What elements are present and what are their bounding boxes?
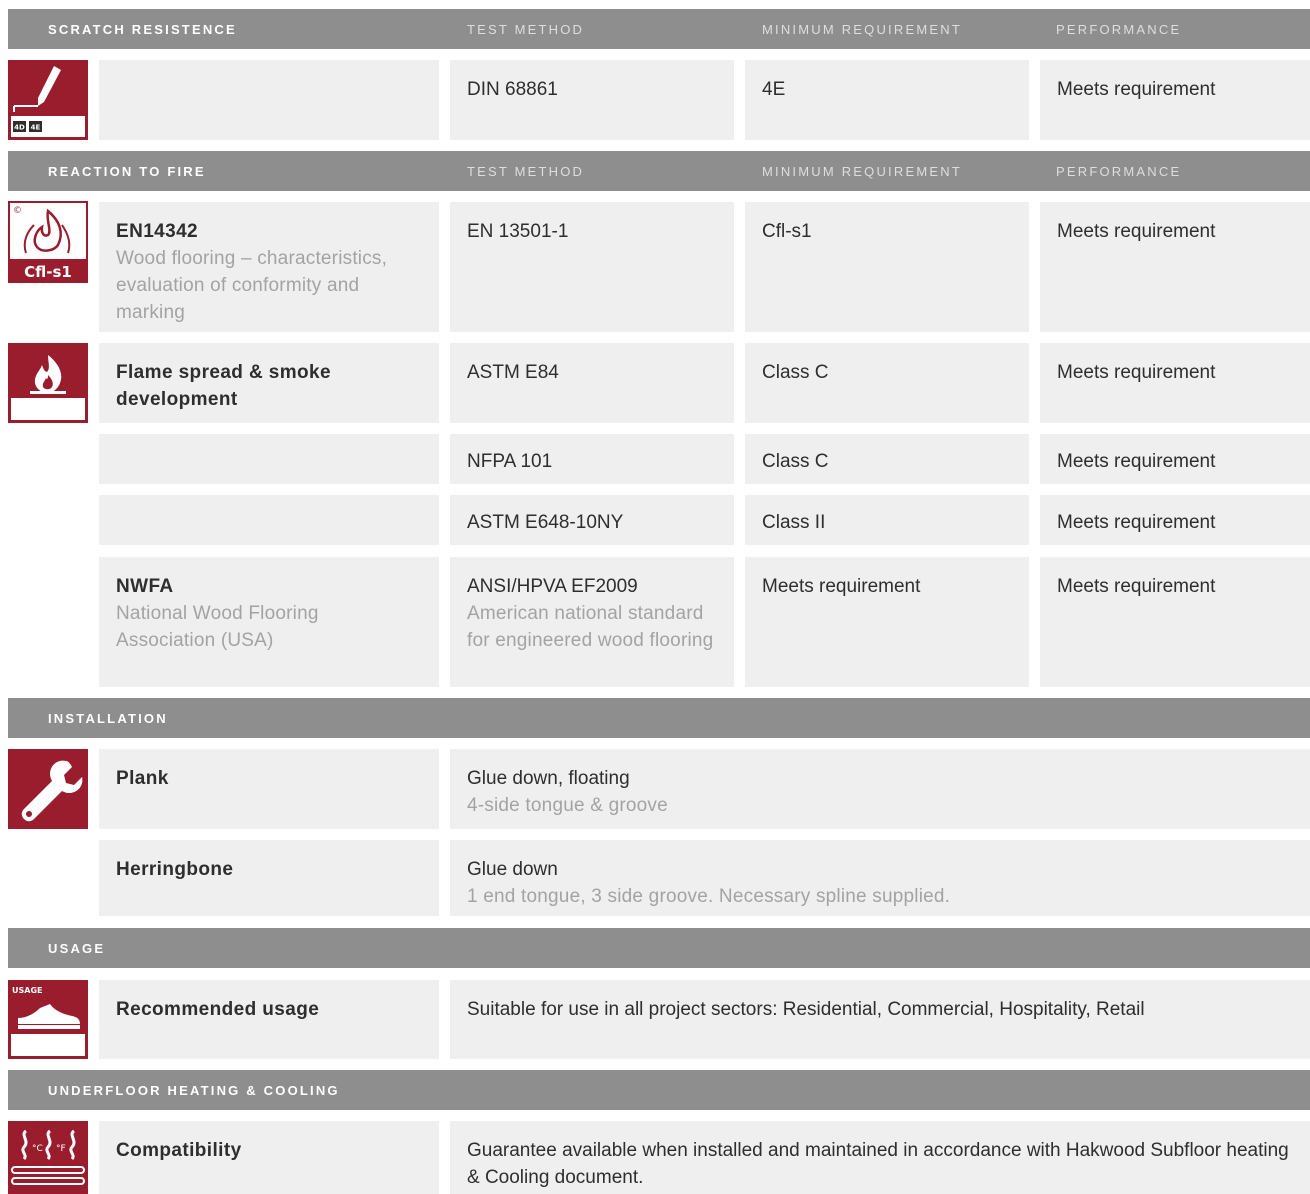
fire-row-minimum: Class C	[745, 343, 1029, 423]
fire-row-test-method: NFPA 101	[450, 434, 734, 484]
svg-text:°F: °F	[56, 1144, 66, 1154]
section-title: USAGE	[48, 941, 106, 956]
fire-row-label: EN14342 Wood flooring – characteristics,…	[99, 202, 439, 332]
fire-row-performance: Meets requirement	[1040, 434, 1310, 484]
scratch-test-method: DIN 68861	[450, 60, 734, 140]
column-header-minimum: MINIMUM REQUIREMENT	[762, 164, 962, 179]
flame-icon	[8, 343, 88, 423]
fire-row-performance: Meets requirement	[1040, 202, 1310, 332]
heating-row-value: Guarantee available when installed and m…	[450, 1121, 1310, 1194]
install-row-label: Herringbone	[99, 840, 439, 916]
fire-row-minimum: Class II	[745, 495, 1029, 545]
section-title: SCRATCH RESISTENCE	[48, 22, 237, 37]
fire-row-performance: Meets requirement	[1040, 343, 1310, 423]
svg-text:4E: 4E	[31, 124, 41, 132]
fire-row-minimum: Class C	[745, 434, 1029, 484]
fire-row-test-method: ASTM E84	[450, 343, 734, 423]
scratch-pen-icon: 4D 4E	[8, 60, 88, 140]
section-title: REACTION TO FIRE	[48, 164, 206, 179]
fire-row-label: NWFA National Wood Flooring Association …	[99, 557, 439, 687]
fire-row-label	[99, 434, 439, 484]
underfloor-heating-icon: °C °F	[8, 1121, 88, 1194]
usage-row-value: Suitable for use in all project sectors:…	[450, 980, 1310, 1059]
column-header-test-method: TEST METHOD	[467, 22, 585, 37]
svg-text:USAGE: USAGE	[12, 986, 42, 995]
section-header-fire: REACTION TO FIRE TEST METHOD MINIMUM REQ…	[8, 151, 1310, 191]
fire-classification-icon: © Cfl-s1	[8, 201, 88, 283]
fire-row-minimum: Meets requirement	[745, 557, 1029, 687]
scratch-performance: Meets requirement	[1040, 60, 1310, 140]
fire-row-performance: Meets requirement	[1040, 557, 1310, 687]
fire-row-test-method: EN 13501-1	[450, 202, 734, 332]
wrench-icon	[8, 749, 88, 829]
shoe-usage-icon: USAGE	[8, 980, 88, 1059]
column-header-minimum: MINIMUM REQUIREMENT	[762, 22, 962, 37]
section-header-scratch: SCRATCH RESISTENCE TEST METHOD MINIMUM R…	[8, 9, 1310, 49]
svg-text:4D: 4D	[14, 124, 25, 132]
scratch-minimum: 4E	[745, 60, 1029, 140]
scratch-label-cell	[99, 60, 439, 140]
fire-row-test-method: ANSI/HPVA EF2009 American national stand…	[450, 557, 734, 687]
heating-row-label: Compatibility	[99, 1121, 439, 1194]
svg-text:°C: °C	[32, 1144, 43, 1154]
column-header-test-method: TEST METHOD	[467, 164, 585, 179]
svg-text:Cfl-s1: Cfl-s1	[24, 263, 72, 281]
fire-row-test-method: ASTM E648-10NY	[450, 495, 734, 545]
section-title: UNDERFLOOR HEATING & COOLING	[48, 1083, 340, 1098]
install-row-label: Plank	[99, 749, 439, 829]
usage-row-label: Recommended usage	[99, 980, 439, 1059]
column-header-performance: PERFORMANCE	[1056, 22, 1182, 37]
svg-text:©: ©	[13, 206, 22, 216]
fire-row-label	[99, 495, 439, 545]
section-title: INSTALLATION	[48, 711, 168, 726]
fire-row-minimum: Cfl-s1	[745, 202, 1029, 332]
section-header-usage: USAGE	[8, 928, 1310, 968]
fire-row-performance: Meets requirement	[1040, 495, 1310, 545]
section-header-installation: INSTALLATION	[8, 698, 1310, 738]
column-header-performance: PERFORMANCE	[1056, 164, 1182, 179]
install-row-value: Glue down 1 end tongue, 3 side groove. N…	[450, 840, 1310, 916]
install-row-value: Glue down, floating 4-side tongue & groo…	[450, 749, 1310, 829]
section-header-heating: UNDERFLOOR HEATING & COOLING	[8, 1070, 1310, 1110]
fire-row-label: Flame spread & smoke development	[99, 343, 439, 423]
